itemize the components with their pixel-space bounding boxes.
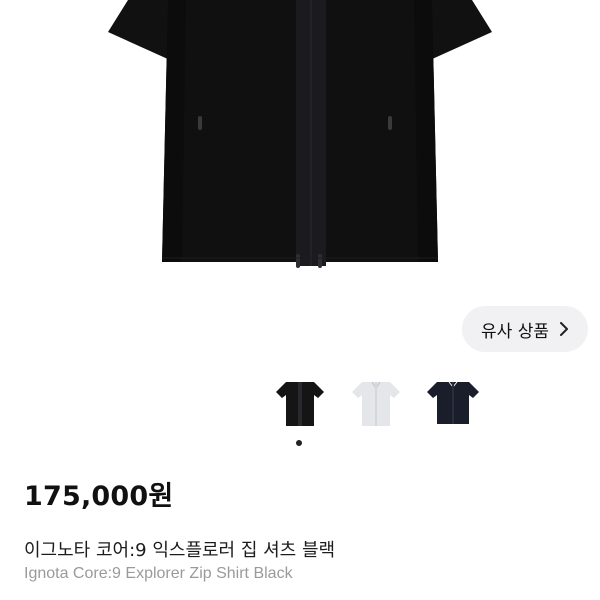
similar-products-label: 유사 상품	[481, 321, 549, 342]
product-price: 175,000원	[24, 481, 174, 512]
similar-products-button[interactable]: 유사 상품	[462, 306, 588, 352]
thumbnail-strip	[0, 376, 600, 432]
product-title-korean: 이그노타 코어:9 익스플로러 집 셔츠 블랙	[24, 540, 336, 561]
thumbnail-2[interactable]	[348, 376, 404, 432]
thumbnail-3[interactable]	[425, 376, 481, 432]
carousel-indicator-dot	[296, 440, 302, 446]
chevron-right-icon	[559, 322, 569, 336]
product-main-image[interactable]	[0, 0, 600, 300]
thumbnail-1[interactable]	[272, 376, 328, 432]
product-title-english: Ignota Core:9 Explorer Zip Shirt Black	[24, 565, 293, 582]
